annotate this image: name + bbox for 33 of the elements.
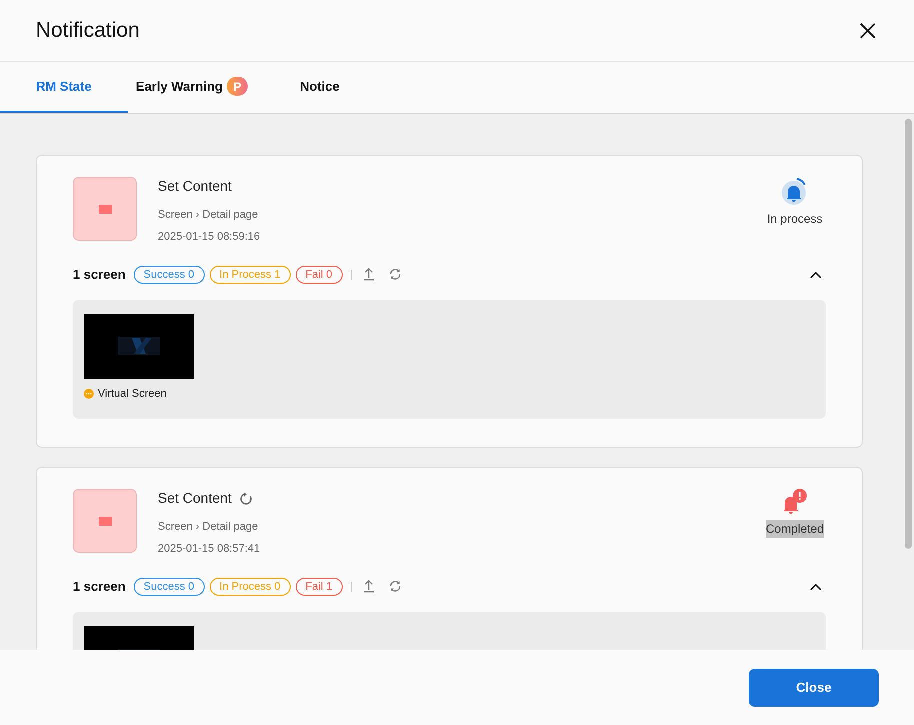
retry-icon[interactable] — [240, 492, 254, 506]
status-chip: In Process 1 — [210, 266, 291, 284]
content-thumbnail-icon — [73, 489, 137, 553]
scrollbar-thumb[interactable] — [904, 119, 912, 549]
content-thumbnail-icon — [73, 177, 137, 241]
tab-badge: P — [226, 77, 248, 96]
breadcrumb-path: Screen › Detail page — [158, 520, 260, 535]
timestamp: 2025-01-15 08:59:16 — [158, 230, 260, 244]
screen-name: Virtual Screen — [98, 386, 167, 402]
close-button[interactable]: Close — [749, 668, 879, 706]
refresh-icon[interactable] — [388, 580, 402, 594]
chevron-up-icon[interactable] — [810, 582, 822, 591]
refresh-icon[interactable] — [388, 268, 402, 282]
status-label: In process — [767, 211, 823, 228]
close-icon[interactable] — [860, 22, 876, 38]
dialog-title: Notification — [36, 18, 140, 44]
tab[interactable]: Notice — [256, 62, 384, 113]
breadcrumb-path: Screen › Detail page — [158, 208, 260, 223]
chevron-up-icon[interactable] — [810, 270, 822, 279]
screen-count: 1 screen — [73, 578, 126, 596]
upload-icon[interactable] — [362, 268, 375, 282]
screen-count: 1 screen — [73, 266, 126, 284]
status-chip: Success 0 — [134, 578, 205, 596]
status-label: Completed — [766, 520, 824, 538]
status-chip: Success 0 — [134, 266, 205, 284]
timestamp: 2025-01-15 08:57:41 — [158, 542, 260, 556]
status-chip: In Process 0 — [210, 578, 291, 596]
tab[interactable]: Early Warning P — [128, 62, 256, 113]
card-title: Set Content — [158, 489, 232, 508]
upload-icon[interactable] — [362, 580, 375, 594]
status-chip: Fail 0 — [296, 266, 343, 284]
card-title: Set Content — [158, 177, 232, 196]
status-chip: Fail 1 — [296, 578, 343, 596]
